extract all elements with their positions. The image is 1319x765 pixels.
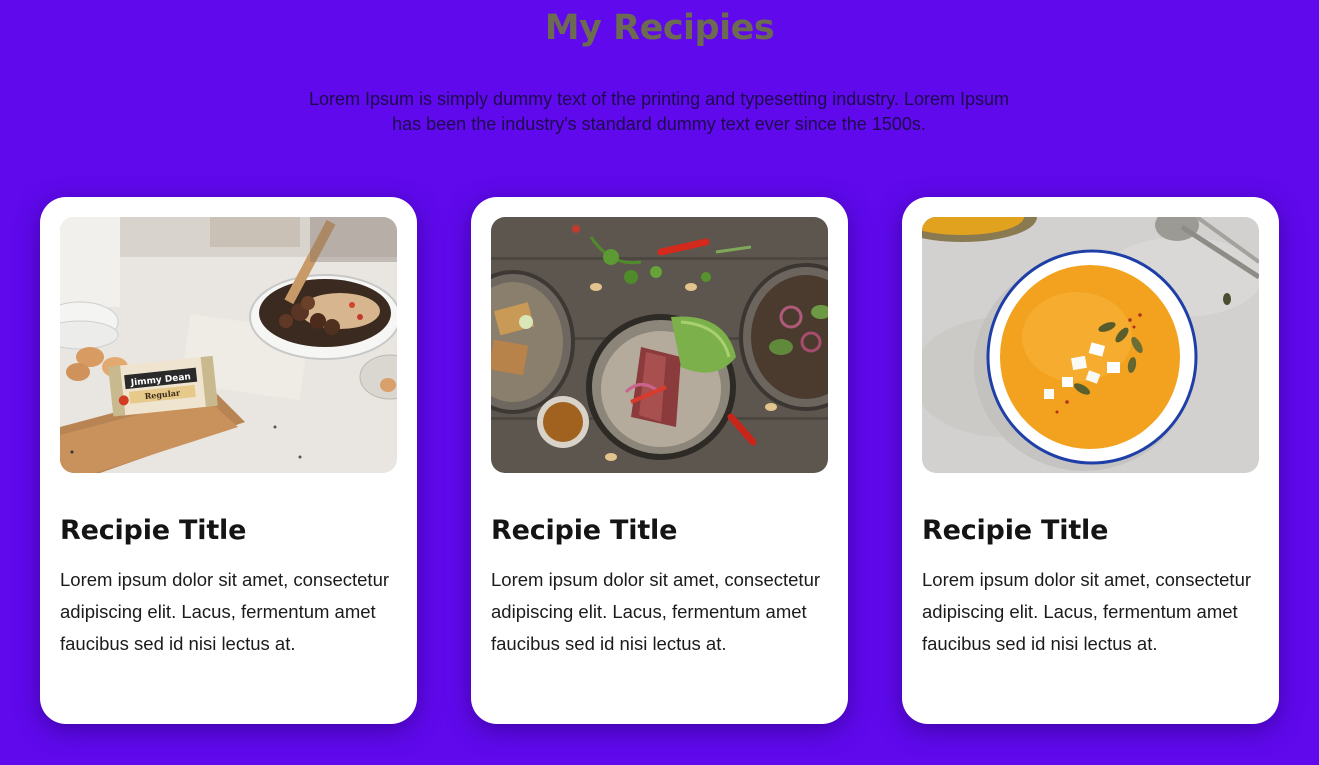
breakfast-skillet-photo: Jimmy Dean Regular	[60, 217, 397, 473]
recipe-title[interactable]: Recipie Title	[60, 515, 246, 546]
intro-text: Lorem Ipsum is simply dummy text of the …	[309, 89, 1009, 134]
recipe-description: Lorem ipsum dolor sit amet, consectetur …	[491, 569, 821, 654]
recipe-title[interactable]: Recipie Title	[922, 515, 1108, 546]
recipe-card[interactable]: Jimmy Dean Regular Recipie Title Lorem i…	[40, 197, 417, 724]
recipe-image[interactable]: Jimmy Dean Regular	[60, 217, 397, 473]
recipe-card[interactable]: Recipie Title Lorem ipsum dolor sit amet…	[471, 197, 848, 724]
recipe-title[interactable]: Recipie Title	[491, 515, 677, 546]
recipe-card[interactable]: Recipie Title Lorem ipsum dolor sit amet…	[902, 197, 1279, 724]
recipe-description: Lorem ipsum dolor sit amet, consectetur …	[922, 569, 1252, 654]
recipe-image[interactable]	[922, 217, 1259, 473]
recipe-description: Lorem ipsum dolor sit amet, consectetur …	[60, 569, 390, 654]
pumpkin-soup-photo	[922, 217, 1259, 473]
page-title: My Recipies	[544, 8, 775, 48]
steak-bowls-photo	[491, 217, 828, 473]
recipe-image[interactable]	[491, 217, 828, 473]
